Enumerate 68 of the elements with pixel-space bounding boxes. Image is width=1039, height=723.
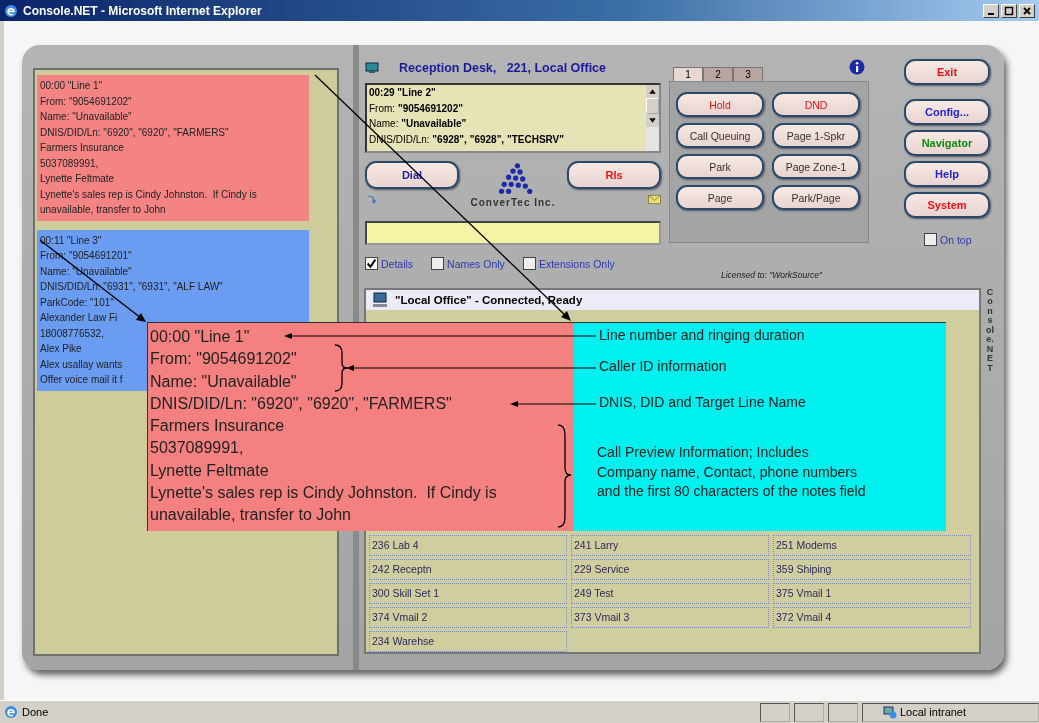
call-card-line: 00:00 "Line 1" <box>40 79 103 93</box>
tab[interactable]: 3 <box>733 67 763 81</box>
annotation-text: Call Preview Information; Includes Company name, Contact, phone numbers and the first 80 characters of the notes field <box>597 443 866 501</box>
extension-cell[interactable]: 242 Receptn <box>369 559 567 580</box>
tab[interactable]: 2 <box>703 67 733 81</box>
preview-line: 5037089991, <box>150 438 244 459</box>
preview-line: From: "9054691202" <box>150 349 297 370</box>
vertical-label: Console.NET <box>985 288 995 375</box>
preview-line: Farmers Insurance <box>150 416 285 437</box>
extension-cell[interactable]: 241 Larry <box>571 535 769 556</box>
call-card-line: Alex usallay wants <box>40 357 123 372</box>
extension-cell[interactable]: 300 Skill Set 1 <box>369 583 567 604</box>
on-top-checkbox[interactable]: On top <box>924 233 990 246</box>
call-card-line: Alexander Law Fi <box>40 311 118 325</box>
call-card-line: 00:11 "Line 3" <box>40 233 102 248</box>
side-button[interactable]: Help <box>904 161 990 187</box>
preview-line: Lynette Feltmate <box>150 460 269 481</box>
extension-cell[interactable]: 373 Vmail 3 <box>571 607 769 628</box>
feature-button[interactable]: Call Queuing <box>676 123 764 148</box>
filter-checkbox[interactable]: Details <box>365 257 414 270</box>
window-title: Console.NET - Microsoft Internet Explorer <box>23 3 263 18</box>
extension-cell[interactable]: 234 Warehse <box>369 631 567 652</box>
feature-button[interactable]: Page Zone-1 <box>772 154 860 179</box>
tab[interactable]: 1 <box>673 67 703 81</box>
status-text: Done <box>22 706 49 718</box>
filter-checkbox[interactable]: Extensions Only <box>522 257 615 270</box>
call-card-line: Lynette's sales rep is Cindy Johnston. If Cindy is unavailable, transfer to John <box>40 187 258 217</box>
extension-cell[interactable]: 229 Service <box>571 559 769 580</box>
call-info-line: 00:29 "Line 2" <box>369 86 437 100</box>
annotation-text: DNIS, DID and Target Line Name <box>599 394 806 410</box>
annotation-text: Line number and ringing duration <box>599 327 805 343</box>
side-button[interactable]: Navigator <box>904 130 990 156</box>
call-card-line: DNIS/DID/Ln: "6920", "6920", "FARMERS" <box>40 125 229 140</box>
feature-button[interactable]: Page 1-Spkr <box>772 123 860 148</box>
call-card-line: DNIS/DID/Ln: "6931", "6931", "ALF LAW" <box>40 280 223 294</box>
call-card-line: ParkCode: "101" <box>40 295 114 310</box>
license-text: Licensed to: "WorkSource" <box>721 270 824 280</box>
side-button[interactable]: Config... <box>904 99 990 125</box>
feature-button[interactable]: Park/Page <box>772 185 860 210</box>
extension-cell[interactable]: 251 Modems <box>773 535 971 556</box>
call-card-line: 5037089991, <box>40 156 99 171</box>
preview-line: 00:00 "Line 1" <box>150 327 250 347</box>
extension-cell[interactable]: 359 Shiping <box>773 559 971 580</box>
call-info-line: Name: "Unavailable" <box>369 117 468 131</box>
connection-status: "Local Office" - Connected, Ready <box>395 294 583 306</box>
extension-cell[interactable]: 236 Lab 4 <box>369 535 567 556</box>
call-card-line: 18008776532, <box>40 326 104 341</box>
feature-button[interactable]: Park <box>676 154 764 179</box>
filter-checkbox[interactable]: Names Only <box>431 257 505 270</box>
extension-cell[interactable]: 249 Test <box>571 583 769 604</box>
preview-line: DNIS/DID/Ln: "6920", "6920", "FARMERS" <box>150 393 452 414</box>
extension-cell[interactable]: 374 Vmail 2 <box>369 607 567 628</box>
annotation-text: Caller ID information <box>599 358 727 374</box>
call-info-line: From: "9054691202" <box>369 101 464 116</box>
feature-button[interactable]: Page <box>676 185 764 210</box>
call-card-line: Alex Pike <box>40 342 82 356</box>
call-card-line: Name: "Unavailable" <box>40 110 132 124</box>
call-card-line: Offer voice mail it f <box>40 373 123 387</box>
zone-text: Local intranet <box>900 706 967 718</box>
preview-line: Lynette's sales rep is Cindy Johnston. If Cindy is unavailable, transfer to John <box>150 483 498 526</box>
preview-line: Name: "Unavailable" <box>150 371 297 392</box>
call-card-line: Farmers Insurance <box>40 141 124 155</box>
extension-cell[interactable]: 372 Vmail 4 <box>773 607 971 628</box>
station-title: Reception Desk, 221, Local Office <box>399 61 607 75</box>
logo-text: ConverTec Inc. <box>470 197 556 208</box>
extension-cell[interactable]: 375 Vmail 1 <box>773 583 971 604</box>
call-card-line: From: "9054691202" <box>40 94 132 109</box>
call-card-line: Lynette Feltmate <box>40 172 115 186</box>
